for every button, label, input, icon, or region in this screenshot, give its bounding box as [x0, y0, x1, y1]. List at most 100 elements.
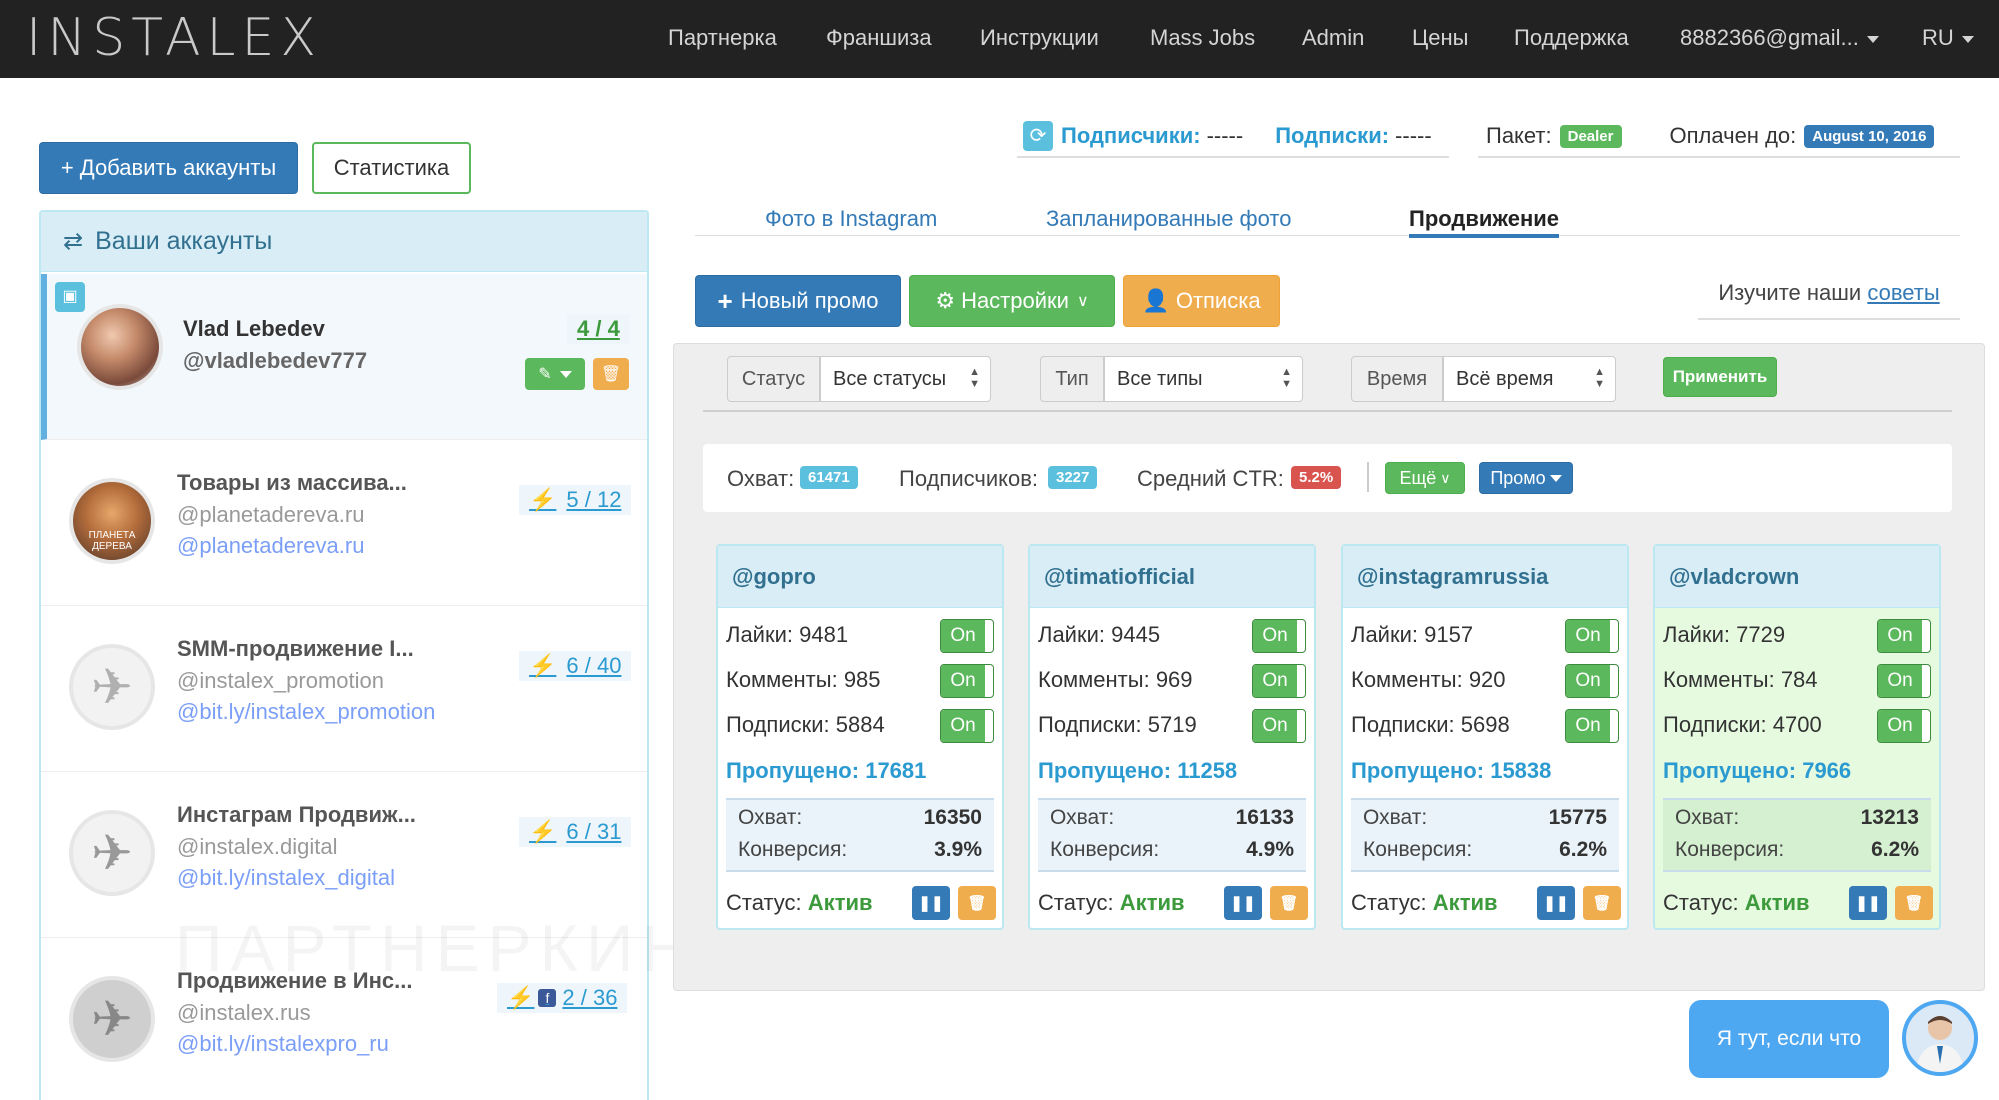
add-accounts-button[interactable]: + Добавить аккаунты	[39, 142, 298, 194]
account-username: @instalex.digital	[177, 834, 338, 859]
nav-account-dropdown[interactable]: 8882366@gmail...	[1680, 25, 1879, 51]
promo-card: @gopro Лайки: 9481 On Комменты: 985 On П…	[716, 544, 1004, 930]
promo-count-value: 6 / 31	[566, 819, 622, 844]
promo-card-handle[interactable]: @instagramrussia	[1343, 546, 1627, 608]
pause-icon: ❚❚	[918, 895, 944, 912]
likes-toggle[interactable]: On	[1565, 619, 1619, 653]
summary-divider	[1367, 462, 1369, 492]
likes-row: Лайки: 7729	[1663, 622, 1785, 648]
tab-instagram-photos[interactable]: Фото в Instagram	[765, 206, 937, 232]
promo-card-handle[interactable]: @timatiofficial	[1030, 546, 1314, 608]
account-item[interactable]: ▣ Vlad Lebedev @vladlebedev777 4 / 4 ✎ 🗑	[41, 274, 647, 440]
likes-toggle[interactable]: On	[1252, 619, 1306, 653]
image-icon[interactable]: ▣	[55, 282, 85, 312]
account-item[interactable]: ✈ SMM-продвижение I... @instalex_promoti…	[41, 606, 647, 772]
comments-toggle[interactable]: On	[1252, 664, 1306, 698]
promo-card: @timatiofficial Лайки: 9445 On Комменты:…	[1028, 544, 1316, 930]
pause-button[interactable]: ❚❚	[912, 886, 950, 920]
conversion-label: Конверсия:	[1675, 838, 1785, 861]
follows-toggle[interactable]: On	[1252, 709, 1306, 743]
account-promo-count[interactable]: ⚡ 6 / 40	[519, 651, 632, 681]
skipped-row: Пропущено: 11258	[1038, 758, 1237, 784]
edit-dropdown-button[interactable]: ✎	[525, 358, 585, 390]
apply-filters-button[interactable]: Применить	[1663, 357, 1777, 397]
nav-item-franchise[interactable]: Франшиза	[826, 25, 932, 51]
bolt-icon: ⚡	[529, 653, 557, 678]
refresh-icon[interactable]: ⟳	[1023, 121, 1053, 151]
pause-icon: ❚❚	[1543, 895, 1569, 912]
reach-badge: 61471	[800, 466, 858, 489]
brand-logo[interactable]: INSTALEX	[26, 8, 322, 68]
delete-promo-button[interactable]: 🗑	[1895, 886, 1933, 920]
delete-account-button[interactable]: 🗑	[593, 358, 629, 390]
toggle-on-label: On	[1878, 665, 1922, 697]
follows-toggle[interactable]: On	[940, 709, 994, 743]
comments-toggle[interactable]: On	[940, 664, 994, 698]
toggle-on-label: On	[1878, 620, 1922, 652]
promo-count-value: 6 / 40	[566, 653, 622, 678]
nav-item-instructions[interactable]: Инструкции	[980, 25, 1099, 51]
nav-language-dropdown[interactable]: RU	[1922, 25, 1974, 51]
account-link[interactable]: @bit.ly/instalexpro_ru	[177, 1031, 389, 1057]
tab-promotion[interactable]: Продвижение	[1409, 206, 1560, 238]
nav-item-admin[interactable]: Admin	[1302, 25, 1364, 51]
account-link[interactable]: @planetadereva.ru	[177, 533, 364, 559]
nav-item-support[interactable]: Поддержка	[1514, 25, 1629, 51]
delete-promo-button[interactable]: 🗑	[1270, 886, 1308, 920]
pause-button[interactable]: ❚❚	[1849, 886, 1887, 920]
account-link[interactable]: @bit.ly/instalex_promotion	[177, 699, 435, 725]
account-name: SMM-продвижение I...	[177, 636, 414, 661]
metrics-box: Охват: 13213 Конверсия: 6.2%	[1663, 798, 1931, 872]
promo-count-value: 2 / 36	[562, 985, 618, 1010]
nav-item-partner[interactable]: Партнерка	[668, 25, 777, 51]
account-item[interactable]: ПЛАНЕТА ДЕРЕВА Товары из массива... @pla…	[41, 440, 647, 606]
account-promo-count[interactable]: ⚡ 5 / 12	[519, 485, 632, 515]
account-promo-count[interactable]: ⚡ 6 / 31	[519, 817, 632, 847]
promo-card-handle[interactable]: @gopro	[718, 546, 1002, 608]
follows-toggle[interactable]: On	[1877, 709, 1931, 743]
account-link[interactable]: @bit.ly/instalex_digital	[177, 865, 395, 891]
settings-dropdown-button[interactable]: ⚙ Настройки ∨	[909, 275, 1115, 327]
promo-card-handle[interactable]: @vladcrown	[1655, 546, 1939, 608]
pause-icon: ❚❚	[1230, 895, 1256, 912]
conversion-value: 6.2%	[1871, 838, 1919, 861]
status-filter-select[interactable]: Все статусы ▲ ▼	[820, 356, 991, 402]
nav-item-prices[interactable]: Цены	[1412, 25, 1468, 51]
account-promo-count[interactable]: 4 / 4	[567, 314, 630, 344]
time-filter-select[interactable]: Всё время ▲ ▼	[1443, 356, 1616, 402]
likes-toggle[interactable]: On	[1877, 619, 1931, 653]
statistics-button[interactable]: Статистика	[312, 142, 471, 194]
unsubscribe-button[interactable]: 👤 Отписка	[1123, 275, 1280, 327]
account-username: @instalex_promotion	[177, 668, 384, 693]
gear-icon: ⚙	[935, 288, 956, 313]
account-promo-count[interactable]: ⚡ f 2 / 36	[497, 983, 628, 1013]
comments-toggle[interactable]: On	[1877, 664, 1931, 698]
delete-promo-button[interactable]: 🗑	[958, 886, 996, 920]
new-promo-button[interactable]: + Новый промо	[695, 275, 901, 327]
delete-promo-button[interactable]: 🗑	[1583, 886, 1621, 920]
promo-dropdown-button[interactable]: Промо	[1479, 462, 1573, 494]
more-label: Ещё	[1399, 467, 1437, 488]
likes-toggle[interactable]: On	[940, 619, 994, 653]
tips-link[interactable]: советы	[1867, 280, 1939, 306]
trash-icon: 🗑	[967, 895, 987, 912]
tab-scheduled-photos[interactable]: Запланированные фото	[1046, 206, 1291, 232]
skipped-value: 7966	[1802, 758, 1852, 783]
toggle-on-label: On	[1566, 620, 1610, 652]
more-dropdown-button[interactable]: Ещё ∨	[1385, 462, 1465, 494]
follows-toggle[interactable]: On	[1565, 709, 1619, 743]
trash-icon: 🗑	[1592, 895, 1612, 912]
likes-value: 9445	[1111, 622, 1161, 647]
comments-row: Комменты: 920	[1351, 667, 1506, 693]
type-filter-select[interactable]: Все типы ▲ ▼	[1104, 356, 1303, 402]
follows-row: Подписки: 5719	[1038, 712, 1197, 738]
chat-bubble[interactable]: Я тут, если что	[1689, 1000, 1889, 1078]
comments-toggle[interactable]: On	[1565, 664, 1619, 698]
support-avatar[interactable]	[1902, 1000, 1978, 1076]
pause-button[interactable]: ❚❚	[1537, 886, 1575, 920]
pause-button[interactable]: ❚❚	[1224, 886, 1262, 920]
followers-count-label: Подписчиков:	[899, 466, 1039, 491]
nav-item-mass-jobs[interactable]: Mass Jobs	[1150, 25, 1255, 51]
reach-label: Охват:	[727, 466, 795, 491]
status-label: Статус:	[726, 890, 802, 915]
